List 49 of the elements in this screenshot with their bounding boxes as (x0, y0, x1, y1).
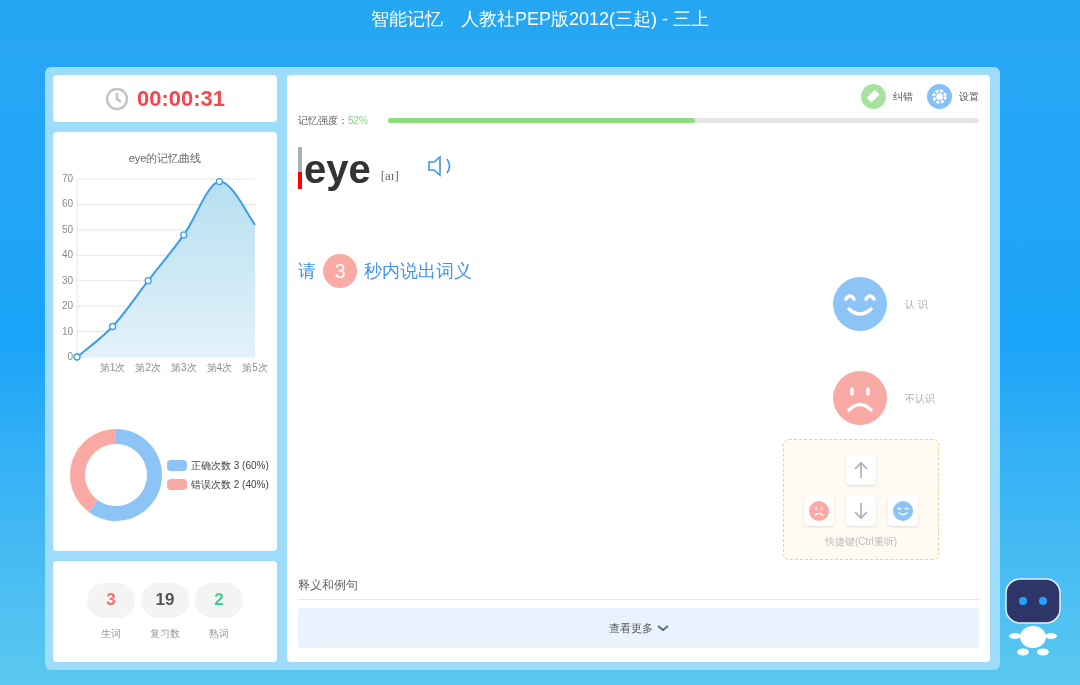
window-title: 智能记忆 人教社PEP版2012(三起) - 三上 (370, 7, 709, 31)
stat-label: 生词 (101, 626, 121, 641)
settings-button[interactable]: 设置 (927, 84, 979, 109)
legend-label: 错误次数 2 (40%) (191, 478, 269, 492)
section-title: 释义和例句 (298, 578, 358, 592)
count-badge: 19 (141, 582, 189, 618)
point (108, 322, 117, 331)
smiley-face-icon (833, 277, 887, 331)
down-arrow-icon (854, 502, 868, 520)
chevron-down-icon (656, 624, 669, 632)
axis-label: 第3次 (171, 362, 197, 373)
point (180, 231, 188, 239)
strength-label: 记忆强度：52% (298, 114, 368, 128)
axis-label: 20 (61, 300, 73, 312)
legend-swatch (167, 460, 187, 471)
legend-swatch (167, 479, 187, 490)
point (215, 177, 224, 186)
sad-face-icon (833, 371, 887, 425)
stat-label: 熟词 (209, 626, 229, 641)
clock-icon (104, 86, 129, 111)
countdown-badge: 3 (323, 254, 357, 288)
axis-label: 第2次 (135, 362, 161, 373)
correction-button[interactable]: 纠错 (861, 84, 913, 109)
settings-icon (927, 84, 952, 109)
prompt-text: 秒内说出词义 (364, 259, 472, 283)
chart-title: eye的记忆曲线 (127, 151, 203, 166)
axis-label: 60 (61, 198, 73, 210)
axis-label: 30 (61, 274, 73, 286)
axis-label: 第5次 (242, 362, 268, 373)
axis-label: 第4次 (206, 362, 233, 373)
point (73, 353, 81, 361)
phonetic-text: [aɪ] (380, 166, 399, 185)
count-badge: 2 (195, 582, 243, 618)
prompt-text: 请 (298, 259, 316, 283)
axis-label: 10 (61, 325, 73, 337)
legend-label: 正确次数 3 (60%) (191, 459, 269, 473)
see-more-button[interactable]: 查看更多 (298, 608, 979, 648)
count-badge: 3 (87, 582, 135, 618)
axis-label: 0 (67, 351, 73, 362)
eraser-icon (861, 84, 886, 109)
axis-label: 第1次 (99, 362, 126, 373)
axis-label: 50 (61, 223, 73, 235)
axis-label: 40 (61, 249, 73, 261)
word-text: eye (304, 149, 371, 189)
point (144, 277, 152, 285)
timer-text: 00:00:31 (136, 85, 226, 113)
stat-label: 复习数 (150, 626, 180, 641)
up-arrow-icon (854, 461, 868, 479)
axis-label: 70 (61, 173, 73, 184)
